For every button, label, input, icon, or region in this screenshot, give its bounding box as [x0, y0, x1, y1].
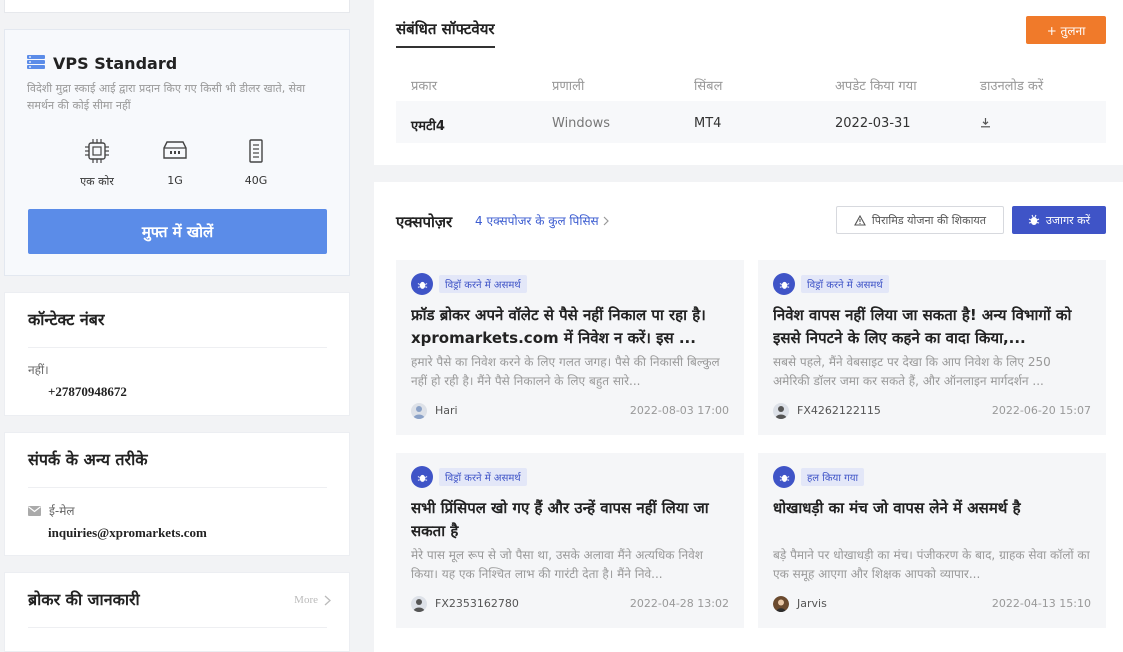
divider — [28, 347, 327, 348]
avatar — [411, 403, 427, 419]
exposure-title: एक्सपोज़र — [396, 212, 452, 232]
exposure-post[interactable]: हल किया गया धोखाधड़ी का मंच जो वापस लेने… — [758, 453, 1106, 628]
download-button[interactable] — [980, 117, 991, 132]
exposure-post[interactable]: विड्रॉ करने में असमर्थ निवेश वापस नहीं ल… — [758, 260, 1106, 435]
server-icon — [27, 54, 45, 73]
post-excerpt: सबसे पहले, मैंने वेबसाइट पर देखा कि आप न… — [773, 353, 1091, 391]
software-title: संबंधित सॉफ्टवेयर — [396, 19, 495, 48]
col-type-header: प्रकार — [411, 76, 437, 94]
other-contact-title: संपर्क के अन्य तरीके — [28, 448, 148, 470]
post-time: 2022-04-13 15:10 — [992, 597, 1091, 610]
cell-symbol: MT4 — [694, 116, 721, 131]
post-badge: विड्रॉ करने में असमर्थ — [411, 273, 527, 295]
spec-storage: 40G — [211, 138, 301, 187]
exposure-post[interactable]: विड्रॉ करने में असमर्थ फ्रॉड ब्रोकर अपने… — [396, 260, 744, 435]
vps-promo-card: VPS Standard विदेशी मुद्रा स्काई आई द्वा… — [4, 29, 350, 276]
post-user: FX4262122115 — [797, 404, 881, 417]
cell-updated: 2022-03-31 — [835, 116, 911, 131]
bug-icon — [411, 466, 433, 488]
bug-icon — [1028, 214, 1040, 226]
post-tag: हल किया गया — [801, 468, 864, 486]
open-free-button[interactable]: मुफ्त में खोलें — [28, 209, 327, 254]
post-badge: विड्रॉ करने में असमर्थ — [773, 273, 889, 295]
post-title[interactable]: फ्रॉड ब्रोकर अपने वॉलेट से पैसे नहीं निक… — [411, 304, 729, 350]
contact-number-card: कॉन्टेक्ट नंबर नहीं। +27870948672 — [4, 292, 350, 416]
vps-title: VPS Standard — [27, 54, 177, 73]
spec-storage-label: 40G — [245, 174, 268, 187]
post-excerpt: मेरे पास मूल रूप से जो पैसा था, उसके अला… — [411, 546, 729, 584]
post-time: 2022-04-28 13:02 — [630, 597, 729, 610]
col-symbol-header: सिंबल — [694, 76, 722, 94]
col-updated-header: अपडेट किया गया — [835, 76, 917, 94]
vps-title-text: VPS Standard — [53, 54, 177, 73]
post-title[interactable]: निवेश वापस नहीं लिया जा सकता है! अन्य वि… — [773, 304, 1091, 350]
avatar — [773, 403, 789, 419]
post-excerpt: हमारे पैसे का निवेश करने के लिए गलत जगह।… — [411, 353, 729, 391]
spec-memory-label: 1G — [167, 174, 183, 187]
bug-icon — [773, 273, 795, 295]
divider — [28, 487, 327, 488]
post-badge: विड्रॉ करने में असमर्थ — [411, 466, 527, 488]
post-tag: विड्रॉ करने में असमर्थ — [439, 468, 527, 486]
post-tag: विड्रॉ करने में असमर्थ — [801, 275, 889, 293]
memory-icon — [162, 138, 188, 164]
exposure-count-text: 4 एक्सपोजर के कुल पिसिस — [475, 212, 599, 229]
warning-icon — [854, 215, 866, 226]
contact-title: कॉन्टेक्ट नंबर — [28, 308, 104, 330]
post-excerpt: बड़े पैमाने पर धोखाधड़ी का मंच। पंजीकरण … — [773, 546, 1091, 584]
exposure-card: एक्सपोज़र 4 एक्सपोजर के कुल पिसिस पिरामि… — [374, 182, 1123, 652]
pyramid-complaint-label: पिरामिड योजना की शिकायत — [872, 213, 986, 228]
more-link[interactable]: More — [294, 594, 331, 606]
reveal-label: उजागर करें — [1046, 213, 1090, 228]
table-row — [396, 101, 1106, 143]
contact-label: नहीं। — [28, 361, 49, 378]
related-software-card: संबंधित सॉफ्टवेयर + तुलना प्रकार प्रणाली… — [374, 0, 1123, 165]
cell-system: Windows — [552, 116, 610, 131]
avatar — [411, 596, 427, 612]
col-download-header: डाउनलोड करें — [980, 76, 1043, 94]
post-title[interactable]: धोखाधड़ी का मंच जो वापस लेने में असमर्थ … — [773, 497, 1091, 520]
vps-description: विदेशी मुद्रा स्काई आई द्वारा प्रदान किए… — [27, 80, 327, 114]
exposure-count-link[interactable]: 4 एक्सपोजर के कुल पिसिस — [475, 212, 609, 229]
post-user: Jarvis — [797, 597, 827, 610]
post-time: 2022-06-20 15:07 — [992, 404, 1091, 417]
pyramid-complaint-button[interactable]: पिरामिड योजना की शिकायत — [836, 206, 1004, 234]
spec-cpu: एक कोर — [52, 138, 142, 189]
post-title[interactable]: सभी प्रिंसिपल खो गए हैं और उन्हें वापस न… — [411, 497, 729, 543]
post-user: Hari — [435, 404, 458, 417]
exposure-post[interactable]: विड्रॉ करने में असमर्थ सभी प्रिंसिपल खो … — [396, 453, 744, 628]
chevron-right-icon — [603, 216, 609, 226]
email-label-row: ई-मेल — [28, 502, 75, 519]
divider — [28, 627, 327, 628]
bug-icon — [411, 273, 433, 295]
chevron-right-icon — [324, 595, 331, 606]
previous-card-fragment — [4, 0, 350, 13]
post-user: FX2353162780 — [435, 597, 519, 610]
contact-phone[interactable]: +27870948672 — [48, 384, 127, 400]
other-contact-card: संपर्क के अन्य तरीके ई-मेल inquiries@xpr… — [4, 432, 350, 556]
more-label: More — [294, 594, 318, 606]
post-time: 2022-08-03 17:00 — [630, 404, 729, 417]
email-label: ई-मेल — [49, 502, 75, 519]
post-tag: विड्रॉ करने में असमर्थ — [439, 275, 527, 293]
post-badge: हल किया गया — [773, 466, 864, 488]
mail-icon — [28, 506, 41, 516]
broker-info-title: ब्रोकर की जानकारी — [28, 588, 140, 610]
spec-memory: 1G — [130, 138, 220, 187]
bug-icon — [773, 466, 795, 488]
storage-icon — [243, 138, 269, 164]
avatar — [773, 596, 789, 612]
cell-type: एमटी4 — [411, 116, 445, 134]
compare-button[interactable]: + तुलना — [1026, 16, 1106, 44]
reveal-button[interactable]: उजागर करें — [1012, 206, 1106, 234]
cpu-icon — [84, 138, 110, 164]
col-system-header: प्रणाली — [552, 76, 584, 94]
broker-info-card: ब्रोकर की जानकारी More — [4, 572, 350, 652]
download-icon — [980, 117, 991, 128]
email-value[interactable]: inquiries@xpromarkets.com — [48, 525, 207, 541]
spec-cpu-label: एक कोर — [80, 175, 114, 188]
